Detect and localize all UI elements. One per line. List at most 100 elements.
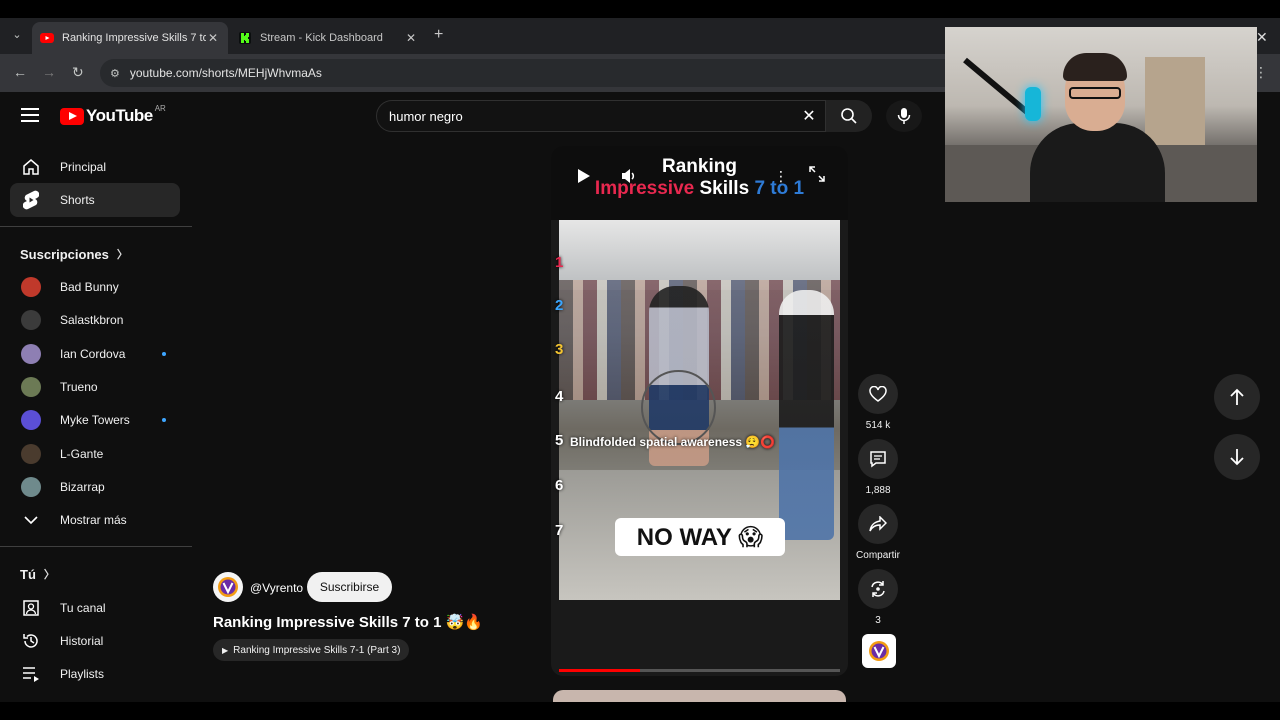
search-input[interactable]: humor negro bbox=[389, 109, 793, 124]
previous-short-button[interactable] bbox=[1214, 374, 1260, 420]
sidebar-item-playlists[interactable]: Playlists bbox=[10, 657, 180, 691]
history-icon bbox=[20, 631, 42, 651]
sidebar-divider bbox=[0, 546, 192, 547]
tab-youtube-short[interactable]: Ranking Impressive Skills 7 to 1 ✕ bbox=[32, 22, 228, 54]
sidebar-item-bad-bunny[interactable]: Bad Bunny bbox=[10, 270, 180, 304]
close-tab-icon[interactable]: ✕ bbox=[404, 31, 418, 45]
subscribe-button[interactable]: Suscribirse bbox=[307, 572, 392, 602]
comment-icon bbox=[870, 451, 886, 468]
reload-icon[interactable]: ↻ bbox=[72, 64, 84, 81]
remix-icon bbox=[871, 581, 885, 597]
rank-number: 7 bbox=[555, 522, 564, 539]
playlists-icon bbox=[20, 664, 42, 684]
like-button[interactable]: 514 k bbox=[856, 374, 900, 431]
tab-title: Ranking Impressive Skills 7 to 1 bbox=[62, 32, 206, 44]
site-info-icon[interactable]: ⚙ bbox=[110, 67, 120, 80]
share-icon bbox=[869, 516, 887, 532]
avatar bbox=[21, 410, 41, 430]
vyrento-logo-icon bbox=[218, 577, 238, 597]
sidebar-heading-subscriptions[interactable]: Suscripciones 〉 bbox=[20, 246, 128, 262]
chevron-right-icon: 〉 bbox=[43, 569, 55, 581]
sidebar-divider bbox=[0, 226, 192, 227]
search-button[interactable] bbox=[826, 100, 872, 132]
avatar bbox=[21, 444, 41, 464]
forward-arrow-icon[interactable]: → bbox=[42, 64, 56, 80]
next-short-button[interactable] bbox=[1214, 434, 1260, 480]
arrow-down-icon bbox=[1230, 449, 1244, 466]
rank-number: 5 bbox=[555, 432, 564, 449]
sidebar-item-history[interactable]: Historial bbox=[10, 624, 180, 658]
avatar bbox=[21, 477, 41, 497]
fullscreen-icon[interactable] bbox=[809, 166, 825, 185]
rank-number: 3 bbox=[555, 341, 564, 358]
rank-number: 4 bbox=[555, 388, 564, 405]
new-tab-button[interactable]: + bbox=[434, 26, 443, 44]
home-icon bbox=[20, 157, 42, 177]
youtube-play-icon bbox=[60, 107, 84, 125]
heart-icon bbox=[869, 386, 887, 402]
search-box[interactable]: humor negro ✕ bbox=[376, 100, 826, 132]
comments-button[interactable]: 1,888 bbox=[856, 439, 900, 496]
sidebar-item-l-gante[interactable]: L-Gante bbox=[10, 437, 180, 471]
next-short-preview[interactable] bbox=[553, 690, 846, 702]
channel-handle[interactable]: @Vyrento bbox=[250, 581, 303, 595]
playlist-chip[interactable]: ▶ Ranking Impressive Skills 7-1 (Part 3) bbox=[213, 639, 410, 661]
youtube-favicon-icon bbox=[40, 31, 54, 45]
sidebar-item-salastkbron[interactable]: Salastkbron bbox=[10, 303, 180, 337]
microphone bbox=[1025, 87, 1041, 121]
sidebar-item-myke-towers[interactable]: Myke Towers bbox=[10, 403, 180, 437]
youtube-logo[interactable]: YouTube AR bbox=[60, 103, 166, 126]
voice-search-button[interactable] bbox=[886, 100, 922, 132]
avatar bbox=[21, 344, 41, 364]
sidebar-item-show-more[interactable]: Mostrar más bbox=[10, 503, 180, 537]
channel-icon bbox=[20, 598, 42, 618]
sidebar-item-ian-cordova[interactable]: Ian Cordova bbox=[10, 337, 180, 371]
share-button[interactable]: Compartir bbox=[856, 504, 900, 561]
rank-number: 6 bbox=[555, 477, 564, 494]
video-title-overlay: Ranking Impressive Skills 7 to 1 ⋮ bbox=[551, 146, 848, 220]
hamburger-menu-icon[interactable] bbox=[21, 108, 39, 122]
share-label: Compartir bbox=[856, 550, 900, 561]
rank-number: 1 bbox=[555, 254, 564, 271]
channel-avatar-button[interactable] bbox=[862, 634, 896, 668]
close-window-icon[interactable]: ✕ bbox=[1256, 29, 1268, 46]
channel-avatar[interactable] bbox=[213, 572, 243, 602]
arrow-up-icon bbox=[1230, 388, 1244, 405]
hoop bbox=[641, 370, 716, 445]
remix-button[interactable]: 3 bbox=[856, 569, 900, 626]
play-icon[interactable] bbox=[577, 168, 591, 187]
sidebar-heading-you[interactable]: Tú 〉 bbox=[20, 566, 55, 582]
video-progress-bar[interactable] bbox=[559, 669, 840, 672]
more-options-icon[interactable]: ⋮ bbox=[774, 168, 788, 185]
search-icon bbox=[841, 108, 857, 124]
short-title: Ranking Impressive Skills 7 to 1 🤯🔥 bbox=[213, 614, 483, 631]
shorts-icon bbox=[20, 190, 42, 210]
progress-fill bbox=[559, 669, 641, 672]
chevron-right-icon: 〉 bbox=[116, 249, 128, 261]
avatar bbox=[21, 277, 41, 297]
country-code: AR bbox=[154, 103, 166, 113]
shorts-player[interactable]: Ranking Impressive Skills 7 to 1 ⋮ 1 2 3… bbox=[551, 146, 848, 676]
play-small-icon: ▶ bbox=[222, 645, 229, 655]
sidebar-item-principal[interactable]: Principal bbox=[10, 150, 180, 184]
sidebar-item-shorts[interactable]: Shorts bbox=[10, 183, 180, 217]
rank-number: 2 bbox=[555, 297, 564, 314]
volume-icon[interactable] bbox=[621, 168, 637, 187]
tab-title: Stream - Kick Dashboard bbox=[260, 32, 383, 44]
sidebar-item-trueno[interactable]: Trueno bbox=[10, 370, 180, 404]
close-tab-icon[interactable]: ✕ bbox=[206, 31, 220, 45]
tab-search-button[interactable]: ⌄ bbox=[8, 26, 26, 44]
url-text: youtube.com/shorts/MEHjWhvmaAs bbox=[129, 66, 322, 80]
bottom-bar bbox=[0, 702, 1280, 720]
avatar bbox=[21, 310, 41, 330]
sidebar-item-bizarrap[interactable]: Bizarrap bbox=[10, 470, 180, 504]
back-arrow-icon[interactable]: ← bbox=[13, 64, 27, 80]
tab-kick-dashboard[interactable]: Stream - Kick Dashboard ✕ bbox=[230, 22, 426, 54]
remix-count: 3 bbox=[875, 615, 881, 626]
clear-search-icon[interactable]: ✕ bbox=[793, 106, 825, 126]
vyrento-logo-icon bbox=[869, 641, 889, 661]
comment-count: 1,888 bbox=[865, 485, 891, 496]
sidebar-item-your-channel[interactable]: Tu canal bbox=[10, 591, 180, 625]
kick-favicon-icon bbox=[238, 31, 252, 45]
microphone-icon bbox=[897, 108, 911, 124]
